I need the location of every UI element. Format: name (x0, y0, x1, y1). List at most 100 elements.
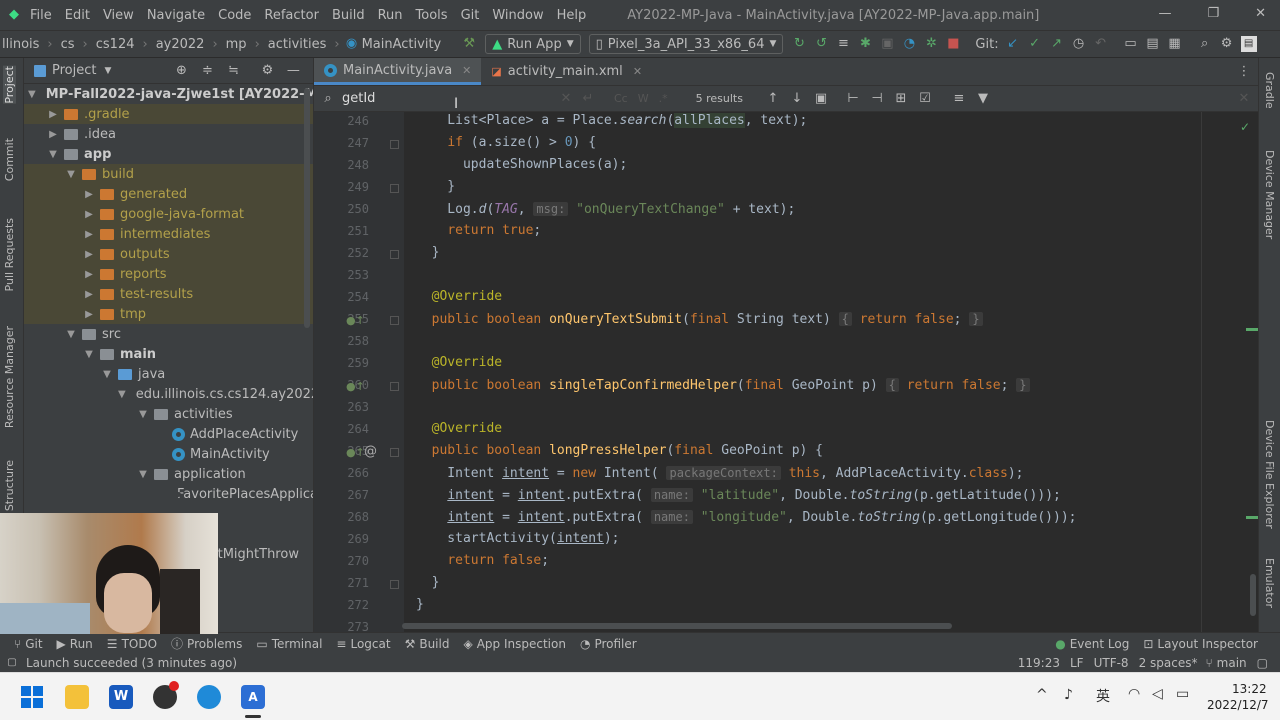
sync-icon[interactable]: ≡ (835, 36, 851, 52)
tree-item-mainactivity[interactable]: MainActivity (24, 444, 313, 464)
match-case-toggle[interactable]: Cc (614, 92, 628, 105)
filter-icon[interactable]: ≡ (951, 91, 967, 107)
lock-icon[interactable]: ▢ (1257, 656, 1268, 670)
funnel-icon[interactable]: ▼ (975, 91, 991, 107)
menu-tools[interactable]: Tools (416, 8, 448, 23)
chevron-up-icon[interactable]: ^ (1036, 687, 1048, 703)
code-line[interactable]: startActivity(intent); (416, 528, 619, 550)
find-input[interactable] (342, 91, 522, 106)
menu-run[interactable]: Run (378, 8, 403, 23)
remove-selection-icon[interactable]: ⊣ (869, 91, 885, 107)
tab-pull-requests[interactable]: Pull Requests (3, 218, 16, 291)
at-gutter-icon[interactable]: @ (364, 444, 377, 459)
new-line-icon[interactable]: ↵ (580, 91, 596, 107)
device-dropdown[interactable]: ▯ Pixel_3a_API_33_x86_64 ▼ (588, 34, 784, 54)
tree-item-src[interactable]: ▼ src (24, 324, 313, 344)
device-mirror-icon[interactable]: ▭ (1123, 36, 1139, 52)
project-panel-title[interactable]: Project (52, 63, 96, 78)
whole-words-toggle[interactable]: W (638, 92, 649, 105)
tab-commit[interactable]: Commit (3, 138, 16, 181)
fold-icon[interactable] (390, 250, 399, 259)
editor-hscrollbar[interactable] (402, 623, 952, 629)
tool-run[interactable]: ▶ Run (57, 637, 93, 651)
fold-icon[interactable] (390, 184, 399, 193)
tab-gradle[interactable]: Gradle (1263, 72, 1276, 109)
rollback-icon[interactable]: ↶ (1093, 36, 1109, 52)
close-icon[interactable]: ✕ (1236, 91, 1252, 107)
menu-window[interactable]: Window (492, 8, 543, 23)
run-config-dropdown[interactable]: ▲ Run App ▼ (485, 34, 581, 54)
more-icon[interactable]: ⋮ (1236, 64, 1252, 80)
code-line[interactable]: intent = intent.putExtra( name: "latitud… (416, 484, 1061, 506)
fold-icon[interactable] (390, 316, 399, 325)
tab-emulator[interactable]: Emulator (1263, 558, 1276, 608)
code-line[interactable]: Intent intent = new Intent( packageConte… (416, 462, 1024, 484)
tool-layout-inspector[interactable]: ⊡ Layout Inspector (1143, 637, 1258, 651)
search-icon[interactable]: ⌕ (320, 91, 336, 107)
word-icon[interactable]: W (109, 685, 133, 709)
breadcrumb-mp[interactable]: mp (226, 37, 247, 52)
breadcrumb-mainactivity[interactable]: MainActivity (362, 37, 442, 52)
code-line[interactable]: public boolean longPressHelper(final Geo… (416, 440, 823, 462)
indent-setting[interactable]: 2 spaces* (1139, 656, 1198, 670)
apply-changes-icon[interactable]: ↻ (791, 36, 807, 52)
code-line[interactable]: Log.d(TAG, msg: "onQueryTextChange" + te… (416, 198, 795, 220)
ime-indicator[interactable]: 英 (1096, 686, 1110, 706)
tab-resource-manager[interactable]: Resource Manager (3, 326, 16, 428)
tab-mainactivity-java[interactable]: MainActivity.java ✕ (314, 58, 482, 85)
minimize-icon[interactable]: — (1158, 6, 1171, 21)
tree-item-app[interactable]: ▼ app (24, 144, 313, 164)
tab-device-manager[interactable]: Device Manager (1263, 150, 1276, 239)
code-line[interactable]: public boolean onQueryTextSubmit(final S… (416, 308, 983, 330)
code-line[interactable]: if (a.size() > 0) { (416, 132, 596, 154)
code-line[interactable]: } (416, 594, 424, 616)
git-branch[interactable]: main (1217, 656, 1247, 670)
tree-item-build[interactable]: ▼ build (24, 164, 313, 184)
editor-vscrollbar[interactable] (1250, 574, 1256, 616)
tree-item-favoriteplacesapplication[interactable]: FavoritePlacesApplica (24, 484, 313, 504)
code-line[interactable]: public boolean singleTapConfirmedHelper(… (416, 374, 1030, 396)
git-commit-icon[interactable]: ✓ (1027, 36, 1043, 52)
tree-item-google-java-format[interactable]: ▶ google-java-format (24, 204, 313, 224)
code-line[interactable]: return true; (416, 220, 541, 242)
menu-git[interactable]: Git (461, 8, 480, 23)
override-gutter-icon[interactable]: ●↑ (346, 446, 365, 459)
menu-navigate[interactable]: Navigate (147, 8, 205, 23)
collapse-all-icon[interactable]: ≒ (225, 63, 241, 79)
tool-todo[interactable]: ☰ TODO (107, 637, 157, 651)
tree-item-generated[interactable]: ▶ generated (24, 184, 313, 204)
tool-git[interactable]: ⑂ Git (14, 637, 43, 651)
tree-item-package[interactable]: ▼ edu.illinois.cs.cs124.ay2022 (24, 384, 313, 404)
tree-item-activities[interactable]: ▼ activities (24, 404, 313, 424)
wifi-icon[interactable]: ◠ (1128, 686, 1140, 702)
tree-item-addplaceactivity[interactable]: AddPlaceActivity (24, 424, 313, 444)
menu-view[interactable]: View (103, 8, 134, 23)
tab-device-file-explorer[interactable]: Device File Explorer (1263, 420, 1276, 529)
add-selection-icon[interactable]: ⊢ (845, 91, 861, 107)
android-studio-taskbar-icon[interactable]: A (241, 685, 265, 709)
edge-icon[interactable] (197, 685, 221, 709)
line-separator[interactable]: LF (1070, 656, 1084, 670)
breadcrumb-illinois[interactable]: llinois (2, 37, 39, 52)
tree-item-gradle[interactable]: ▶ .gradle (24, 104, 313, 124)
fold-icon[interactable] (390, 580, 399, 589)
open-in-window-icon[interactable]: ▣ (813, 91, 829, 107)
close-icon[interactable]: ✕ (462, 64, 471, 77)
fold-icon[interactable] (390, 448, 399, 457)
git-push-icon[interactable]: ↗ (1049, 36, 1065, 52)
file-explorer-icon[interactable] (65, 685, 89, 709)
tree-item-tmp[interactable]: ▶ tmp (24, 304, 313, 324)
menu-refactor[interactable]: Refactor (264, 8, 319, 23)
menu-build[interactable]: Build (332, 8, 365, 23)
code-line[interactable]: @Override (416, 418, 502, 440)
gear-icon[interactable]: ⚙ (259, 63, 275, 79)
speaker-icon[interactable]: ◁ (1152, 686, 1163, 702)
tool-app-inspection[interactable]: ◈ App Inspection (463, 637, 565, 651)
status-message[interactable]: Launch succeeded (3 minutes ago) (26, 656, 237, 670)
tree-item-main[interactable]: ▼ main (24, 344, 313, 364)
cursor-position[interactable]: 119:23 (1018, 656, 1060, 670)
tree-item-reports[interactable]: ▶ reports (24, 264, 313, 284)
github-desktop-icon[interactable] (153, 681, 179, 709)
project-scrollbar[interactable] (304, 88, 310, 328)
tool-logcat[interactable]: ≡ Logcat (336, 637, 390, 651)
